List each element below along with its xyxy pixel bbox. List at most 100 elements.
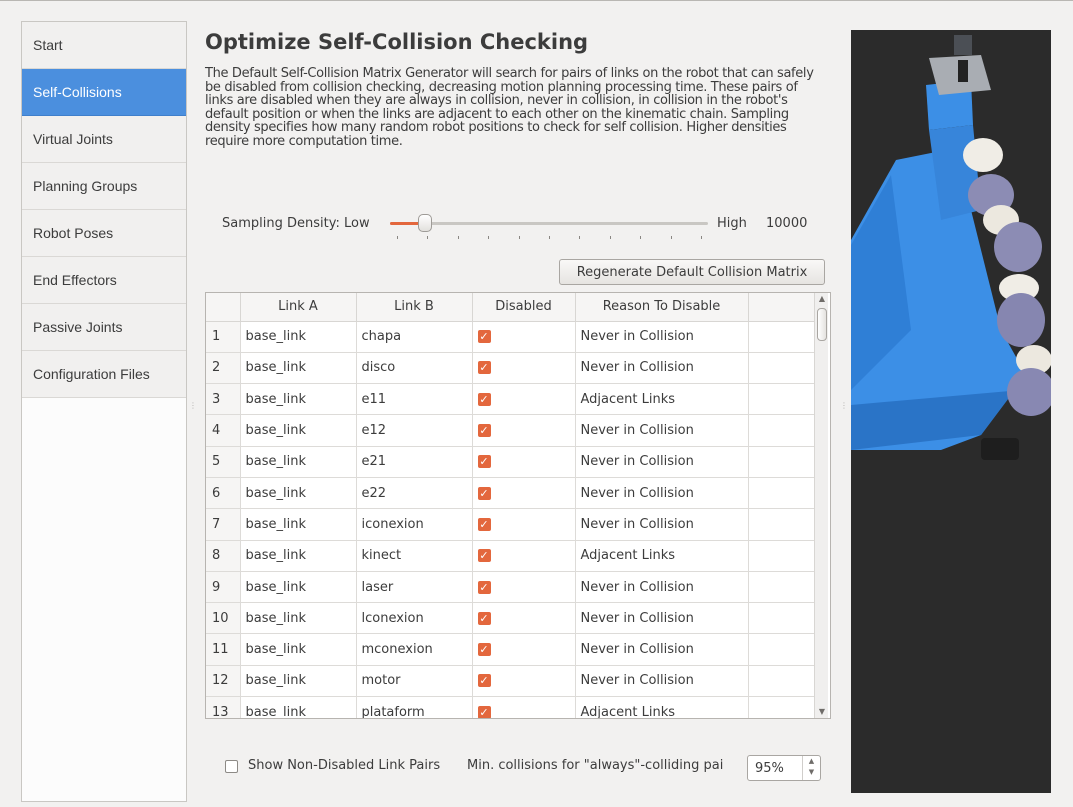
table-row[interactable]: 4 base_link e12 ✓ Never in Collision [206,414,819,447]
row-number[interactable]: 7 [206,508,241,541]
cell-disabled[interactable]: ✓ [472,352,576,385]
cell-reason[interactable]: Never in Collision [575,446,749,478]
cell-reason[interactable]: Never in Collision [575,571,749,604]
cell-link-a[interactable]: base_link [240,665,357,698]
table-row[interactable]: 7 base_link iconexion ✓ Never in Collision [206,508,819,541]
cell-link-a[interactable]: base_link [240,633,357,666]
table-row[interactable]: 11 base_link mconexion ✓ Never in Collision [206,633,819,666]
sidebar-item-end-effectors[interactable]: End Effectors [22,257,186,304]
table-vertical-scrollbar[interactable]: ▲ ▼ [814,293,828,718]
row-number[interactable]: 6 [206,477,241,510]
sidebar-item-virtual-joints[interactable]: Virtual Joints [22,116,186,163]
cell-disabled[interactable]: ✓ [472,696,576,718]
cell-disabled[interactable]: ✓ [472,321,576,353]
cell-disabled[interactable]: ✓ [472,633,576,666]
cell-reason[interactable]: Adjacent Links [575,540,749,572]
min-collisions-value[interactable]: 95% [755,761,784,776]
table-row[interactable]: 9 base_link laser ✓ Never in Collision [206,571,819,604]
table-row[interactable]: 6 base_link e22 ✓ Never in Collision [206,477,819,510]
scroll-up-icon[interactable]: ▲ [815,293,829,305]
disabled-checkbox[interactable]: ✓ [477,330,491,344]
cell-reason[interactable]: Never in Collision [575,477,749,510]
disabled-checkbox[interactable]: ✓ [477,486,491,500]
spin-up-icon[interactable]: ▲ [803,756,820,767]
disabled-checkbox[interactable]: ✓ [477,611,491,625]
cell-reason[interactable]: Never in Collision [575,633,749,666]
disabled-checkbox[interactable]: ✓ [477,361,491,375]
min-collisions-spinbox[interactable]: 95% ▲ ▼ [747,755,821,781]
row-number[interactable]: 13 [206,696,241,718]
right-splitter-handle[interactable]: ⋮ [840,402,848,410]
disabled-checkbox[interactable]: ✓ [477,643,491,657]
cell-disabled[interactable]: ✓ [472,383,576,416]
cell-disabled[interactable]: ✓ [472,414,576,447]
cell-link-b[interactable]: e21 [356,446,473,478]
cell-link-b[interactable]: e11 [356,383,473,416]
sidebar-item-robot-poses[interactable]: Robot Poses [22,210,186,257]
table-row[interactable]: 12 base_link motor ✓ Never in Collision [206,665,819,698]
disabled-checkbox[interactable]: ✓ [477,674,491,688]
disabled-checkbox[interactable]: ✓ [477,424,491,438]
cell-reason[interactable]: Never in Collision [575,508,749,541]
cell-reason[interactable]: Never in Collision [575,352,749,385]
cell-link-a[interactable]: base_link [240,696,357,718]
cell-link-b[interactable]: lconexion [356,602,473,635]
cell-link-a[interactable]: base_link [240,602,357,635]
cell-link-a[interactable]: base_link [240,321,357,353]
sidebar-item-configuration-files[interactable]: Configuration Files [22,351,186,398]
left-splitter-handle[interactable]: ⋮ [189,402,197,410]
cell-reason[interactable]: Never in Collision [575,602,749,635]
spin-down-icon[interactable]: ▼ [803,767,820,778]
scroll-down-icon[interactable]: ▼ [815,706,829,718]
show-non-disabled-checkbox[interactable] [225,760,238,773]
cell-reason[interactable]: Never in Collision [575,321,749,353]
disabled-checkbox[interactable]: ✓ [477,705,491,718]
regenerate-matrix-button[interactable]: Regenerate Default Collision Matrix [559,259,825,285]
table-row[interactable]: 13 base_link plataform ✓ Adjacent Links [206,696,819,718]
disabled-checkbox[interactable]: ✓ [477,517,491,531]
row-number[interactable]: 5 [206,446,241,478]
cell-link-a[interactable]: base_link [240,508,357,541]
cell-link-a[interactable]: base_link [240,414,357,447]
row-number[interactable]: 1 [206,321,241,353]
column-header-disabled[interactable]: Disabled [472,293,576,322]
disabled-checkbox[interactable]: ✓ [477,392,491,406]
cell-link-a[interactable]: base_link [240,383,357,416]
table-row[interactable]: 3 base_link e11 ✓ Adjacent Links [206,383,819,416]
cell-disabled[interactable]: ✓ [472,571,576,604]
cell-link-b[interactable]: laser [356,571,473,604]
cell-reason[interactable]: Adjacent Links [575,383,749,416]
row-number[interactable]: 8 [206,540,241,572]
cell-reason[interactable]: Never in Collision [575,414,749,447]
cell-link-b[interactable]: iconexion [356,508,473,541]
column-header-link-b[interactable]: Link B [356,293,473,322]
row-number[interactable]: 11 [206,633,241,666]
cell-disabled[interactable]: ✓ [472,540,576,572]
cell-link-b[interactable]: motor [356,665,473,698]
sampling-density-slider[interactable] [390,210,708,246]
row-number[interactable]: 2 [206,352,241,385]
cell-disabled[interactable]: ✓ [472,665,576,698]
row-number[interactable]: 12 [206,665,241,698]
cell-disabled[interactable]: ✓ [472,602,576,635]
cell-link-b[interactable]: plataform [356,696,473,718]
cell-link-b[interactable]: chapa [356,321,473,353]
row-number[interactable]: 4 [206,414,241,447]
table-row[interactable]: 1 base_link chapa ✓ Never in Collision [206,321,819,353]
cell-link-a[interactable]: base_link [240,477,357,510]
table-row[interactable]: 5 base_link e21 ✓ Never in Collision [206,446,819,478]
cell-disabled[interactable]: ✓ [472,508,576,541]
table-row[interactable]: 8 base_link kinect ✓ Adjacent Links [206,540,819,572]
sidebar-item-planning-groups[interactable]: Planning Groups [22,163,186,210]
disabled-checkbox[interactable]: ✓ [477,549,491,563]
sidebar-item-start[interactable]: Start [22,22,186,69]
cell-link-a[interactable]: base_link [240,446,357,478]
cell-reason[interactable]: Never in Collision [575,665,749,698]
row-number[interactable]: 9 [206,571,241,604]
cell-disabled[interactable]: ✓ [472,446,576,478]
disabled-checkbox[interactable]: ✓ [477,580,491,594]
spinbox-buttons[interactable]: ▲ ▼ [802,756,820,780]
table-row[interactable]: 10 base_link lconexion ✓ Never in Collision [206,602,819,635]
cell-link-b[interactable]: kinect [356,540,473,572]
column-header-reason[interactable]: Reason To Disable [575,293,749,322]
